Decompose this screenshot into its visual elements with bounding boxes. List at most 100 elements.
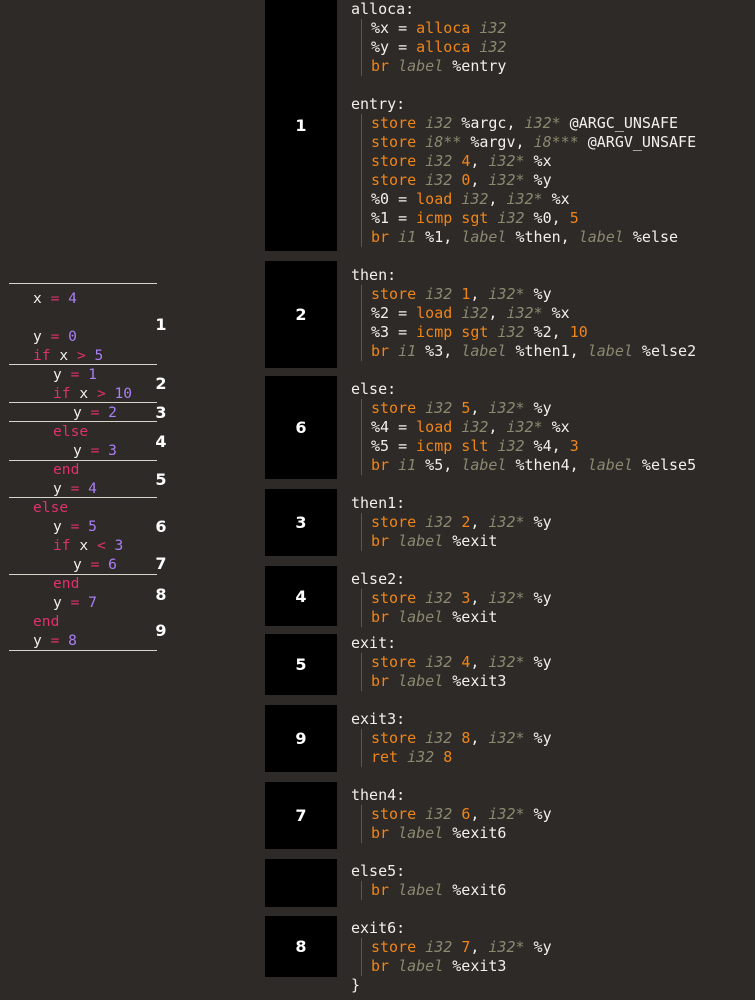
source-block-number: 3	[155, 403, 167, 422]
indent-guide	[361, 653, 362, 672]
ir-instruction: br label %exit3	[371, 957, 507, 975]
source-block-number: 1	[155, 315, 167, 334]
ir-instruction: store i32 5, i32* %y	[371, 399, 552, 417]
indent-guide	[361, 304, 362, 323]
indent-guide	[361, 114, 362, 133]
ir-block-label: exit6:	[351, 919, 406, 937]
source-line: x = 4	[33, 290, 77, 307]
indent-guide	[361, 228, 362, 247]
ir-block-label: }	[351, 976, 361, 994]
source-line: y = 8	[33, 632, 77, 649]
source-line: y = 7	[53, 594, 97, 611]
ir-instruction: store i32 2, i32* %y	[371, 513, 552, 531]
source-panel: x = 4 y = 0 if x > 5 y = 1 if x > 10 y = 2 els…	[0, 0, 175, 1000]
ir-block-label: alloca:	[351, 0, 415, 18]
source-line: y = 3	[73, 442, 117, 459]
source-line: else	[33, 499, 69, 516]
basic-block-box: 5	[265, 634, 337, 695]
indent-guide	[361, 342, 362, 361]
basic-block-box: 6	[265, 376, 337, 479]
ir-instruction: %x = alloca i32	[371, 19, 507, 37]
source-block-number: 9	[155, 621, 167, 640]
ir-block-label: exit:	[351, 634, 397, 652]
indent-guide	[361, 938, 362, 957]
basic-block-box	[265, 859, 337, 907]
ir-instruction: store i32 0, i32* %y	[371, 171, 552, 189]
basic-block-box: 8	[265, 916, 337, 977]
source-line: y = 1	[53, 366, 97, 383]
basic-block-box: 2	[265, 261, 337, 368]
ir-block-label: entry:	[351, 95, 406, 113]
source-line: y = 6	[73, 556, 117, 573]
block-separator	[9, 460, 157, 461]
ir-block-label: else:	[351, 380, 397, 398]
indent-guide	[361, 171, 362, 190]
source-line: y = 5	[53, 518, 97, 535]
source-line: y = 4	[53, 480, 97, 497]
ir-instruction: store i32 6, i32* %y	[371, 805, 552, 823]
indent-guide	[361, 532, 362, 551]
indent-guide	[361, 418, 362, 437]
ir-instruction: %5 = icmp slt i32 %4, 3	[371, 437, 579, 455]
indent-guide	[361, 437, 362, 456]
ir-instruction: br label %exit3	[371, 672, 507, 690]
source-line: if x > 10	[53, 385, 133, 402]
ir-instruction: br label %exit	[371, 532, 498, 550]
ir-instruction: %1 = icmp sgt i32 %0, 5	[371, 209, 579, 227]
basic-block-box: 7	[265, 782, 337, 849]
ir-instruction: store i32 3, i32* %y	[371, 589, 552, 607]
indent-guide	[361, 19, 362, 38]
ir-instruction: %2 = load i32, i32* %x	[371, 304, 570, 322]
source-line: if x > 5	[33, 347, 104, 364]
block-separator	[9, 497, 157, 498]
source-line: if x < 3	[53, 537, 124, 554]
block-separator	[9, 650, 157, 651]
indent-guide	[361, 881, 362, 900]
block-separator	[9, 402, 157, 403]
indent-guide	[361, 805, 362, 824]
source-line: y = 2	[73, 404, 117, 421]
ir-instruction: store i32 7, i32* %y	[371, 938, 552, 956]
ir-block-label: then1:	[351, 494, 406, 512]
indent-guide	[361, 456, 362, 475]
block-separator	[9, 421, 157, 422]
basic-block-box: 9	[265, 705, 337, 772]
ir-instruction: br label %entry	[371, 57, 507, 75]
ir-instruction: store i32 %argc, i32* @ARGC_UNSAFE	[371, 114, 679, 132]
ir-block-label: else2:	[351, 570, 406, 588]
ir-instruction: br label %exit	[371, 608, 498, 626]
block-separator	[9, 364, 157, 365]
indent-guide	[361, 285, 362, 304]
ir-instruction: br i1 %3, label %then1, label %else2	[371, 342, 697, 360]
basic-block-box: 1	[265, 0, 337, 251]
indent-guide	[361, 589, 362, 608]
indent-guide	[361, 824, 362, 843]
ir-block-label: then:	[351, 266, 397, 284]
source-line: else	[53, 423, 89, 440]
source-line: end	[53, 575, 80, 592]
ir-instruction: ret i32 8	[371, 748, 453, 766]
ir-instruction: %4 = load i32, i32* %x	[371, 418, 570, 436]
block-separator	[9, 574, 157, 575]
indent-guide	[361, 133, 362, 152]
ir-instruction: store i32 8, i32* %y	[371, 729, 552, 747]
source-block-number: 4	[155, 432, 167, 451]
ir-instruction: store i32 4, i32* %x	[371, 152, 552, 170]
ir-block-label: then4:	[351, 786, 406, 804]
ir-instruction: %3 = icmp sgt i32 %2, 10	[371, 323, 588, 341]
indent-guide	[361, 323, 362, 342]
indent-guide	[361, 672, 362, 691]
ir-instruction: %y = alloca i32	[371, 38, 507, 56]
ir-block-label: else5:	[351, 862, 406, 880]
source-block-number: 2	[155, 374, 167, 393]
ir-block-label: exit3:	[351, 710, 406, 728]
source-block-number: 5	[155, 470, 167, 489]
ir-instruction: br i1 %5, label %then4, label %else5	[371, 456, 697, 474]
source-block-number: 7	[155, 554, 167, 573]
ir-instruction: br label %exit6	[371, 881, 507, 899]
indent-guide	[361, 748, 362, 767]
source-line: y = 0	[33, 328, 77, 345]
indent-guide	[361, 38, 362, 57]
source-block-number: 6	[155, 517, 167, 536]
ir-instruction: br label %exit6	[371, 824, 507, 842]
